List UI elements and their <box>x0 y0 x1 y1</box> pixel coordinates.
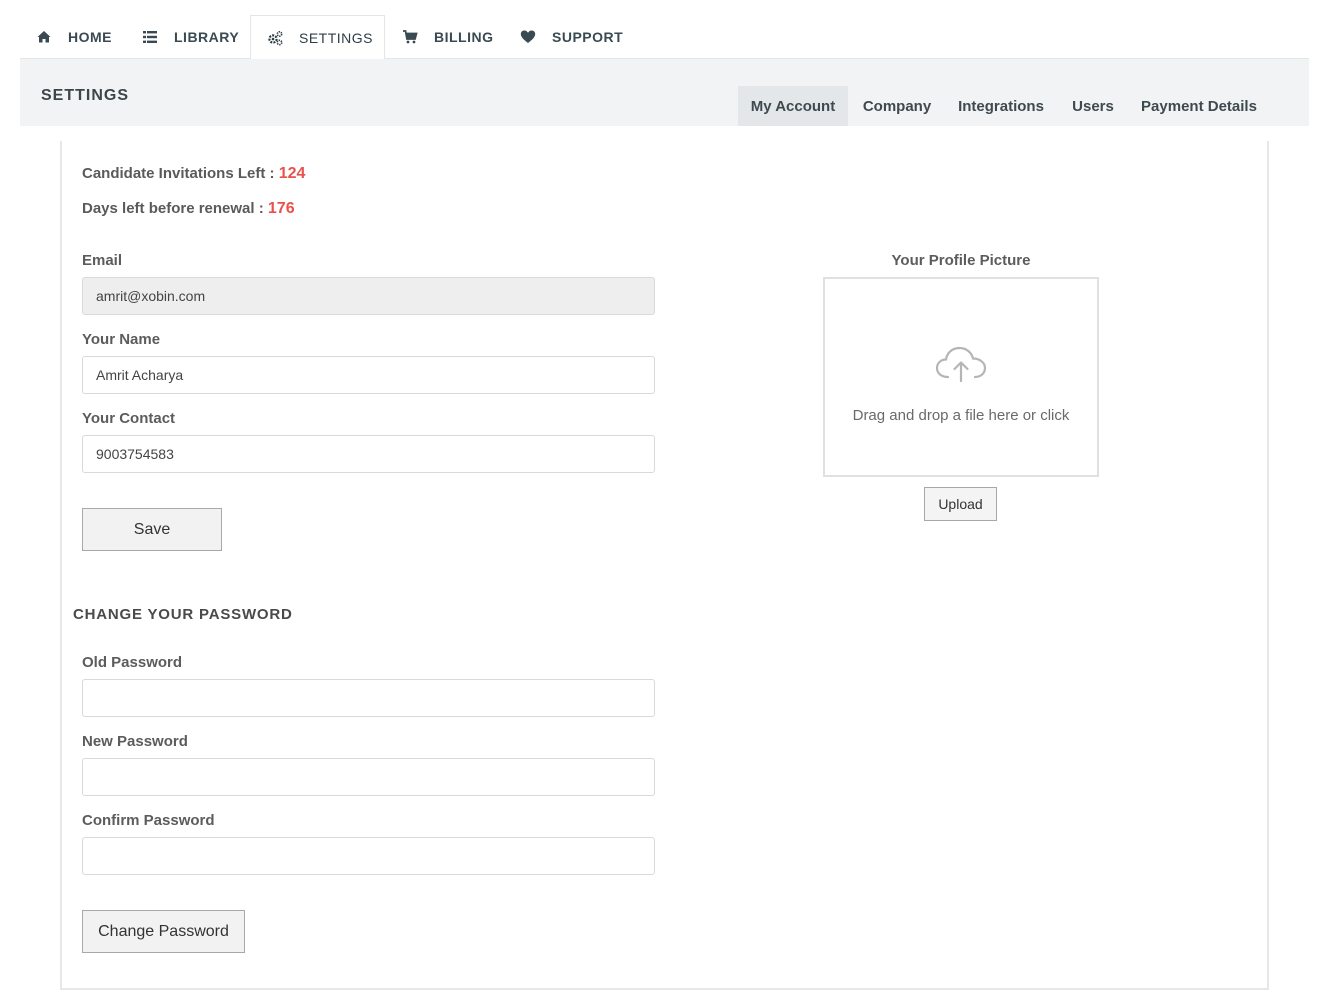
nav-support[interactable]: SUPPORT <box>520 15 623 59</box>
new-password-label: New Password <box>82 733 188 750</box>
upload-button[interactable]: Upload <box>924 487 997 521</box>
invitations-left: Candidate Invitations Left : 124 <box>82 165 305 183</box>
list-icon <box>143 31 157 43</box>
save-button[interactable]: Save <box>82 508 222 551</box>
nav-library[interactable]: LIBRARY <box>142 15 239 59</box>
tab-users[interactable]: Users <box>1066 86 1120 126</box>
gears-icon <box>268 30 283 46</box>
top-nav: HOME LIBRARY SETTINGS BILLING SUPPORT <box>20 15 1309 60</box>
confirm-password-field[interactable] <box>82 837 655 875</box>
dropzone-text: Drag and drop a file here or click <box>852 407 1070 424</box>
nav-library-label: LIBRARY <box>174 29 240 45</box>
email-label: Email <box>82 252 123 269</box>
days-before-renewal-label: Days left before renewal : <box>82 200 264 217</box>
old-password-field[interactable] <box>82 679 655 717</box>
change-password-heading: CHANGE YOUR PASSWORD <box>73 606 293 623</box>
nav-support-label: SUPPORT <box>552 29 624 45</box>
days-before-renewal-value: 176 <box>267 200 295 217</box>
contact-field[interactable] <box>82 435 655 473</box>
confirm-password-label: Confirm Password <box>82 812 215 829</box>
tab-company[interactable]: Company <box>856 86 938 126</box>
cloud-upload-icon <box>935 346 987 383</box>
new-password-field[interactable] <box>82 758 655 796</box>
nav-settings-label: SETTINGS <box>299 29 374 46</box>
name-field[interactable] <box>82 356 655 394</box>
tab-payment-details[interactable]: Payment Details <box>1136 86 1262 126</box>
tab-my-account[interactable]: My Account <box>738 86 848 126</box>
days-before-renewal: Days left before renewal : 176 <box>82 200 295 218</box>
nav-home[interactable]: HOME <box>36 15 112 59</box>
tab-integrations[interactable]: Integrations <box>953 86 1049 126</box>
heart-icon <box>520 30 536 43</box>
nav-billing-label: BILLING <box>434 29 494 45</box>
page-title: SETTINGS <box>41 87 130 104</box>
invitations-left-value: 124 <box>278 165 306 182</box>
contact-label: Your Contact <box>82 410 176 427</box>
profile-picture-dropzone[interactable]: Drag and drop a file here or click <box>823 277 1099 477</box>
nav-settings[interactable]: SETTINGS <box>250 15 385 60</box>
old-password-label: Old Password <box>82 654 183 671</box>
invitations-left-label: Candidate Invitations Left : <box>82 165 275 182</box>
nav-billing[interactable]: BILLING <box>402 15 494 59</box>
nav-home-label: HOME <box>68 29 112 45</box>
home-icon <box>37 31 51 43</box>
email-field[interactable] <box>82 277 655 315</box>
change-password-button[interactable]: Change Password <box>82 910 245 953</box>
cart-icon <box>403 30 418 44</box>
name-label: Your Name <box>82 331 161 348</box>
settings-header: SETTINGS My Account Company Integrations… <box>20 59 1309 126</box>
profile-picture-label: Your Profile Picture <box>891 252 1031 269</box>
